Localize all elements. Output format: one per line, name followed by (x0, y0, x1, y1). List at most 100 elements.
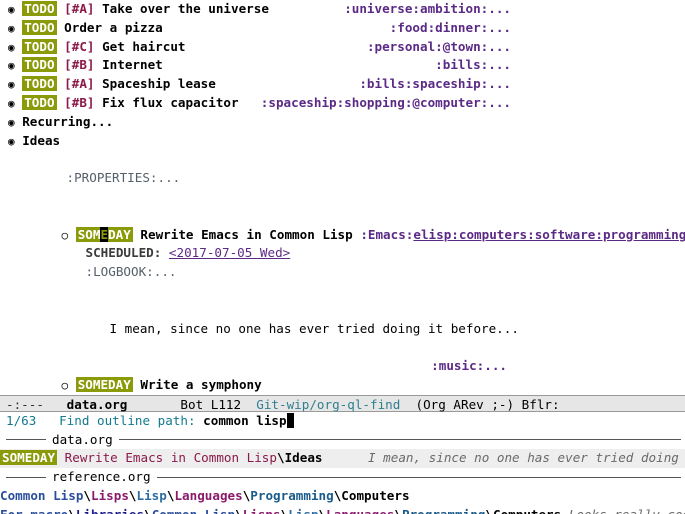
candidate-path-segment: For macro (0, 507, 68, 514)
completion-candidate[interactable]: For macro\Libraries\Common Lisp\Lisps\Li… (0, 506, 685, 514)
candidate-path-segment: Computers (341, 487, 410, 503)
candidate-path-segment: \ (83, 487, 91, 503)
candidate-path-segment: \ (144, 507, 152, 514)
todo-tags[interactable]: :spaceship:shopping:@computer:... (261, 94, 511, 113)
minibuffer-input[interactable]: common lisp (203, 413, 286, 428)
candidate-path-segment: Languages (174, 487, 243, 503)
todo-keyword-badge[interactable]: TODO (22, 38, 57, 54)
heading-bullet-icon: ◉ (8, 21, 15, 35)
candidate-path-segment: Lisps (91, 487, 129, 503)
candidate-path-segment: Lisps (243, 507, 281, 514)
symphony-tags[interactable]: :music:... (431, 357, 507, 376)
heading-bullet-icon: ◉ (8, 115, 15, 129)
candidate-path-segment: \ (485, 507, 493, 514)
symphony-heading-row[interactable]: ○ SOMEDAY Write a symphony:music:... (0, 357, 685, 392)
modeline-buffer-name[interactable]: data.org (67, 397, 128, 412)
heading-bullet-icon: ◉ (8, 3, 15, 16)
todo-priority[interactable]: [#C] (64, 39, 94, 54)
minibuffer[interactable]: 1/63 Find outline path: common lisp (0, 411, 685, 431)
heading-title: Recurring... (22, 113, 114, 129)
candidate-path-segment: Ideas (284, 450, 323, 466)
candidate-path-segment: Common Lisp (0, 487, 84, 503)
org-heading-row[interactable]: ◉ Ideas (0, 132, 685, 151)
org-todo-row[interactable]: ◉ TODO [#A] Take over the universe :unive… (0, 0, 685, 19)
todo-title: Get haircut (102, 38, 186, 54)
modeline-major-mode[interactable]: (Org ARev ;-) (416, 397, 515, 412)
minibuffer-prompt: Find outline path: (59, 412, 196, 428)
heading-title: Ideas (22, 132, 61, 148)
todo-title: Internet (102, 57, 163, 73)
todo-priority[interactable]: [#B] (64, 95, 94, 110)
todo-tags[interactable]: :food:dinner:... (390, 19, 511, 38)
completion-candidate[interactable]: Common Lisp\Lisps\Lisp\Languages\Program… (0, 487, 685, 506)
todo-keyword-badge[interactable]: TODO (22, 1, 57, 16)
group-rule-right (156, 477, 681, 479)
todo-title: Take over the universe (102, 1, 269, 16)
logbook-drawer[interactable]: :LOGBOOK:... (0, 244, 685, 279)
org-todo-row[interactable]: ◉ TODO [#C] Get haircut :personal:@town:.… (0, 38, 685, 57)
candidate-annotation: Looks really cool, by (561, 507, 685, 514)
todo-tags[interactable]: :bills:spaceship:... (359, 75, 511, 94)
group-name-label: reference.org (52, 469, 151, 485)
completion-candidate-selected[interactable]: SOMEDAY Rewrite Emacs in Common Lisp\Ide… (0, 449, 685, 469)
org-todo-row[interactable]: ◉ TODO Order a pizza :food:dinner:... (0, 19, 685, 38)
emacs-frame: ◉ TODO [#A] Take over the universe :unive… (0, 0, 685, 514)
candidate-path-segment: Languages (326, 507, 394, 514)
candidate-keyword-badge[interactable]: SOMEDAY (0, 450, 58, 466)
todo-priority[interactable]: [#B] (64, 57, 94, 72)
modeline-trailing: Bflr: (521, 396, 560, 412)
group-rule-right (118, 439, 681, 441)
org-todo-list: ◉ TODO [#A] Take over the universe :unive… (0, 0, 685, 113)
completion-group-header: reference.org (0, 468, 685, 487)
todo-keyword-badge[interactable]: TODO (22, 94, 57, 110)
group-name-label: data.org (52, 431, 113, 447)
todo-title: Fix flux capacitor (102, 94, 239, 110)
org-heading-row[interactable]: ◉ Recurring... (0, 113, 685, 132)
todo-keyword-badge[interactable]: TODO (22, 57, 57, 73)
modeline-position: Bot L112 (180, 396, 242, 412)
completion-group-header: data.org (0, 431, 685, 450)
candidate-path-segment: \ (128, 487, 137, 503)
heading-bullet-icon: ◉ (8, 78, 15, 92)
candidate-path-segment: \ (394, 507, 402, 514)
todo-tags[interactable]: :bills:... (435, 56, 511, 75)
candidate-path-segment: \ (276, 450, 285, 466)
candidate-path-segment: Lisp (288, 507, 318, 514)
someday-body-text: I mean, since no one has ever tried doin… (0, 301, 685, 336)
org-todo-row[interactable]: ◉ TODO [#A] Spaceship lease :bills:spaces… (0, 75, 685, 94)
modeline[interactable]: -:--- data.org Bot L112 Git-wip/org-ql-f… (0, 394, 685, 412)
todo-title: Order a pizza (64, 19, 163, 35)
org-todo-row[interactable]: ◉ TODO [#B] Fix flux capacitor :spaceship… (0, 94, 685, 113)
todo-tags[interactable]: :universe:ambition:... (344, 0, 511, 19)
candidate-path-segment: Rewrite Emacs in Common Lisp (64, 450, 277, 466)
candidate-path-segment: Libraries (76, 507, 144, 514)
todo-keyword-badge[interactable]: TODO (22, 19, 57, 35)
todo-keyword-badge[interactable]: TODO (22, 76, 57, 92)
scheduled-row[interactable]: SCHEDULED: <2017-07-05 Wed> (0, 226, 685, 260)
candidate-path-segment: Programming (402, 507, 485, 514)
todo-priority[interactable]: [#A] (64, 1, 94, 16)
heading-bullet-icon: ◉ (8, 134, 15, 148)
someday-heading-row[interactable]: ○ SOMEDAY Rewrite Emacs in Common Lisp :… (0, 207, 685, 242)
minibuffer-cursor (286, 412, 295, 428)
group-rule-left (6, 477, 46, 479)
heading-bullet-icon: ◉ (8, 59, 15, 73)
modeline-vc-branch[interactable]: Git-wip/org-ql-find (256, 397, 400, 412)
heading-bullet-icon: ◉ (8, 96, 15, 110)
org-todo-row[interactable]: ◉ TODO [#B] Internet :bills:... (0, 56, 685, 75)
todo-priority[interactable]: [#A] (64, 76, 94, 91)
heading-bullet-icon: ◉ (8, 40, 15, 54)
candidate-path-segment: \ (68, 507, 76, 514)
todo-tags[interactable]: :personal:@town:... (367, 38, 511, 57)
completion-list: data.org SOMEDAY Rewrite Emacs in Common … (0, 431, 685, 514)
completion-count: 1/63 (6, 412, 37, 428)
properties-drawer[interactable]: :PROPERTIES:... (0, 150, 685, 185)
candidate-path-segment: Common Lisp (152, 507, 235, 514)
todo-title: Spaceship lease (102, 76, 216, 92)
